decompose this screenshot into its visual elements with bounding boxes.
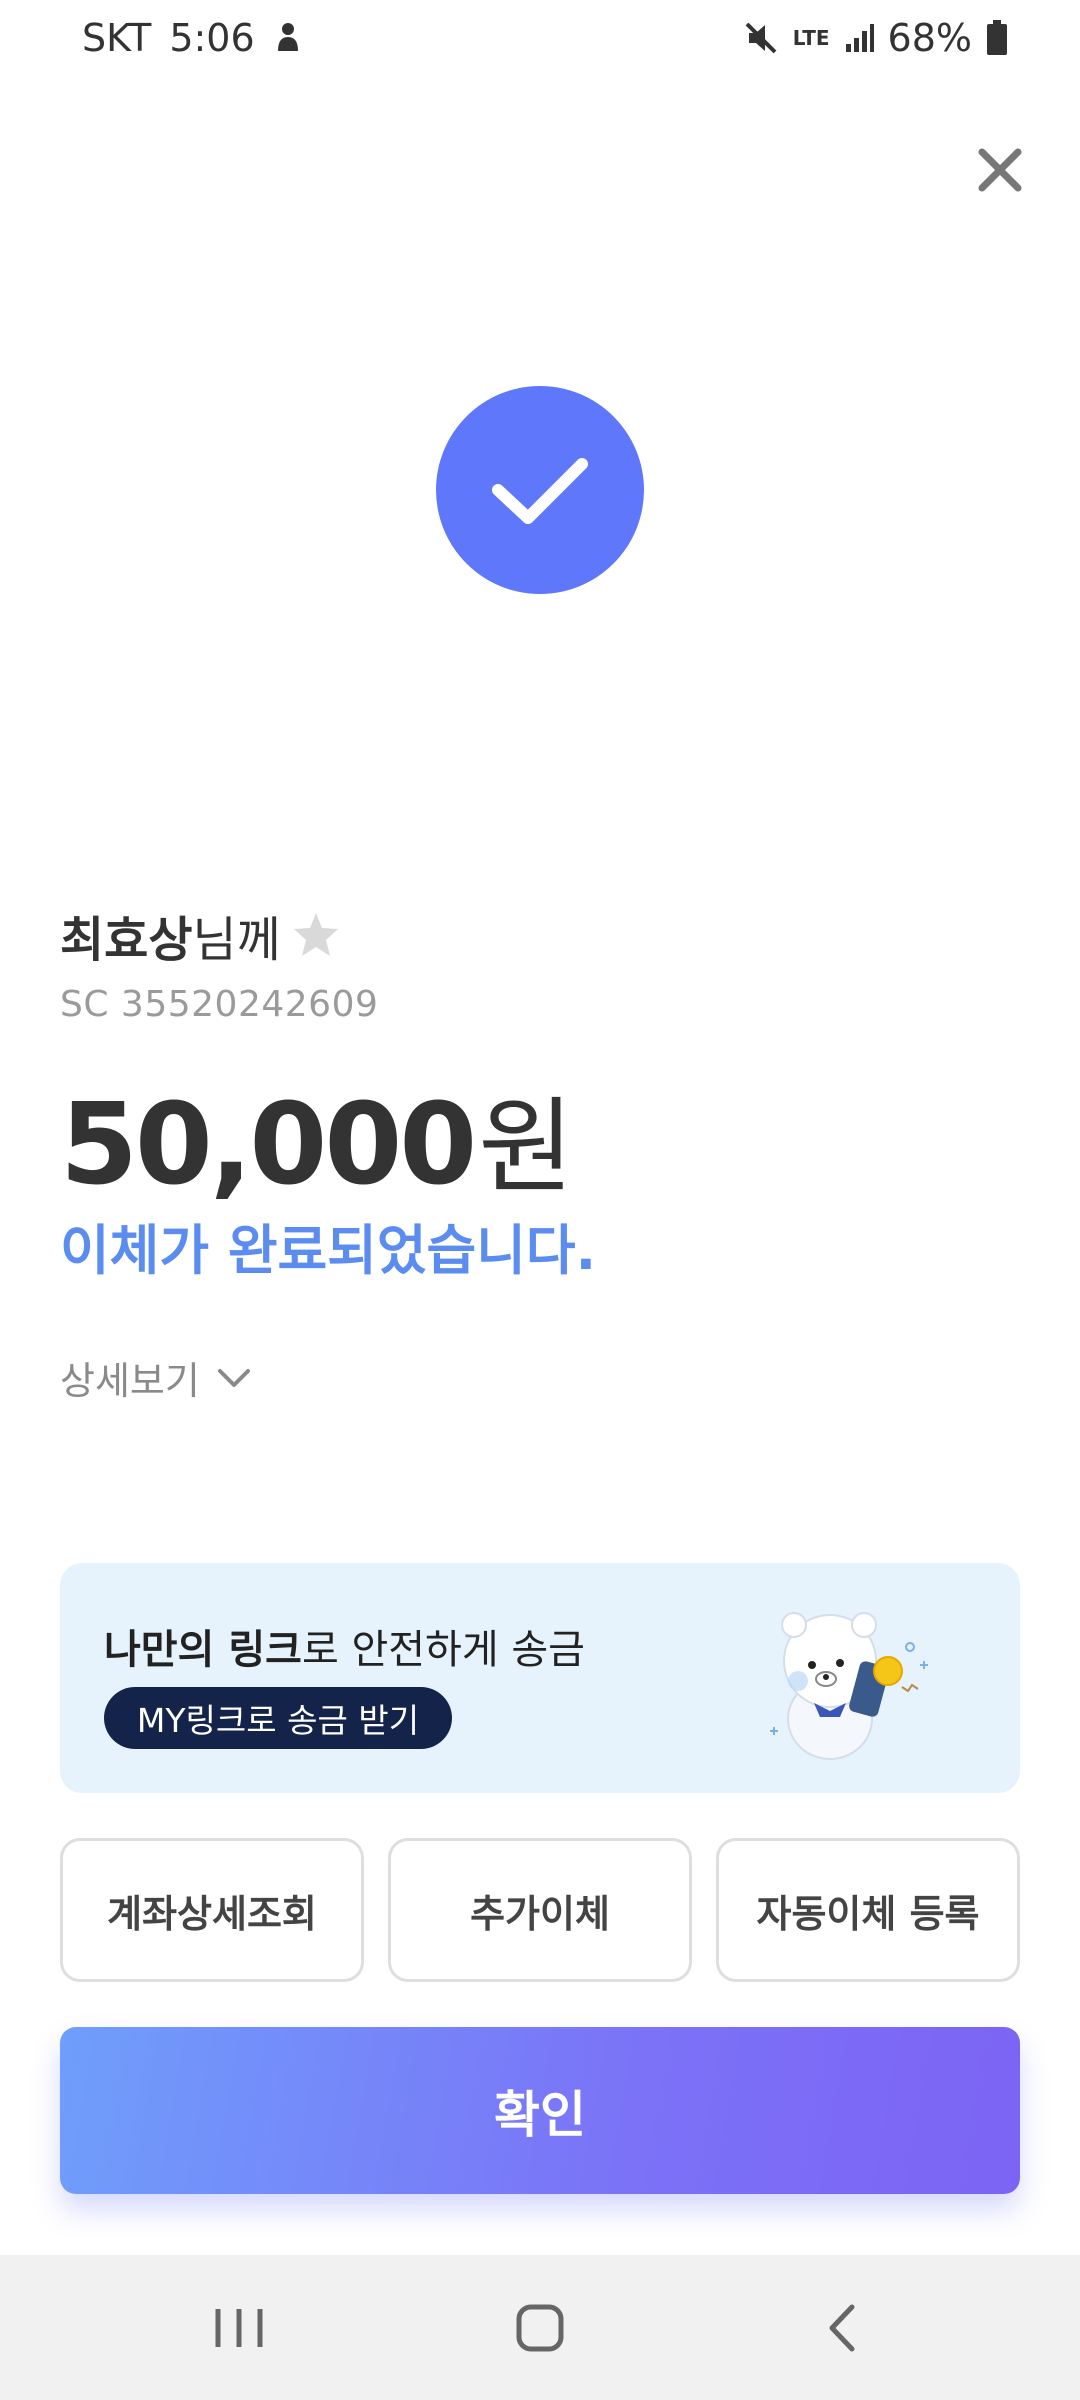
action-buttons: 계좌상세조회 추가이체 자동이체 등록 [60, 1838, 1020, 1982]
add-transfer-button[interactable]: 추가이체 [388, 1838, 692, 1982]
mylink-button[interactable]: MY링크로 송금 받기 [104, 1687, 452, 1749]
banner-title: 나만의 링크로 안전하게 송금 [104, 1617, 585, 1675]
back-icon[interactable] [808, 2295, 878, 2361]
details-toggle[interactable]: 상세보기 [60, 1350, 254, 1405]
banner-title-bold: 나만의 링크 [104, 1627, 302, 1673]
close-icon [978, 148, 1022, 192]
network-label: LTE [792, 26, 830, 50]
status-right: LTE 68% [743, 16, 1008, 60]
transfer-complete-message: 이체가 완료되었습니다. [60, 1219, 597, 1282]
battery-label: 68% [887, 16, 972, 60]
amount-currency: 원 [478, 1086, 574, 1208]
close-button[interactable] [970, 140, 1030, 200]
mylink-banner[interactable]: 나만의 링크로 안전하게 송금 MY링크로 송금 받기 [60, 1563, 1020, 1793]
account-detail-button[interactable]: 계좌상세조회 [60, 1838, 364, 1982]
system-navigation-bar [0, 2255, 1080, 2400]
notification-icon [277, 23, 298, 51]
time-label: 5:06 [169, 16, 255, 60]
mute-icon [745, 22, 777, 54]
recipient-name: 최효상 [60, 912, 193, 968]
carrier-label: SKT [82, 16, 152, 60]
check-icon [492, 458, 588, 524]
amount-value: 50,000 [60, 1080, 477, 1210]
recipient-suffix: 님께 [192, 912, 281, 968]
transfer-amount: 50,000 원 [60, 1062, 574, 1213]
signal-icon [845, 24, 874, 52]
status-left: SKT 5:06 [82, 16, 303, 60]
recipient-row: 최효상 님께 [60, 900, 341, 970]
confirm-button[interactable]: 확인 [60, 2027, 1020, 2194]
chevron-down-icon [217, 1368, 250, 1387]
auto-transfer-button[interactable]: 자동이체 등록 [716, 1838, 1020, 1982]
star-icon[interactable] [291, 910, 341, 960]
success-badge [436, 386, 644, 594]
home-icon[interactable] [505, 2295, 575, 2361]
recipient-account: SC 35520242609 [60, 984, 379, 1025]
battery-icon [987, 20, 1007, 55]
bear-mascot [770, 1612, 928, 1760]
recent-apps-icon[interactable] [204, 2295, 274, 2361]
status-bar: SKT 5:06 LTE 68% [0, 0, 1080, 82]
banner-title-rest: 로 안전하게 송금 [301, 1627, 585, 1673]
details-label: 상세보기 [60, 1359, 200, 1403]
